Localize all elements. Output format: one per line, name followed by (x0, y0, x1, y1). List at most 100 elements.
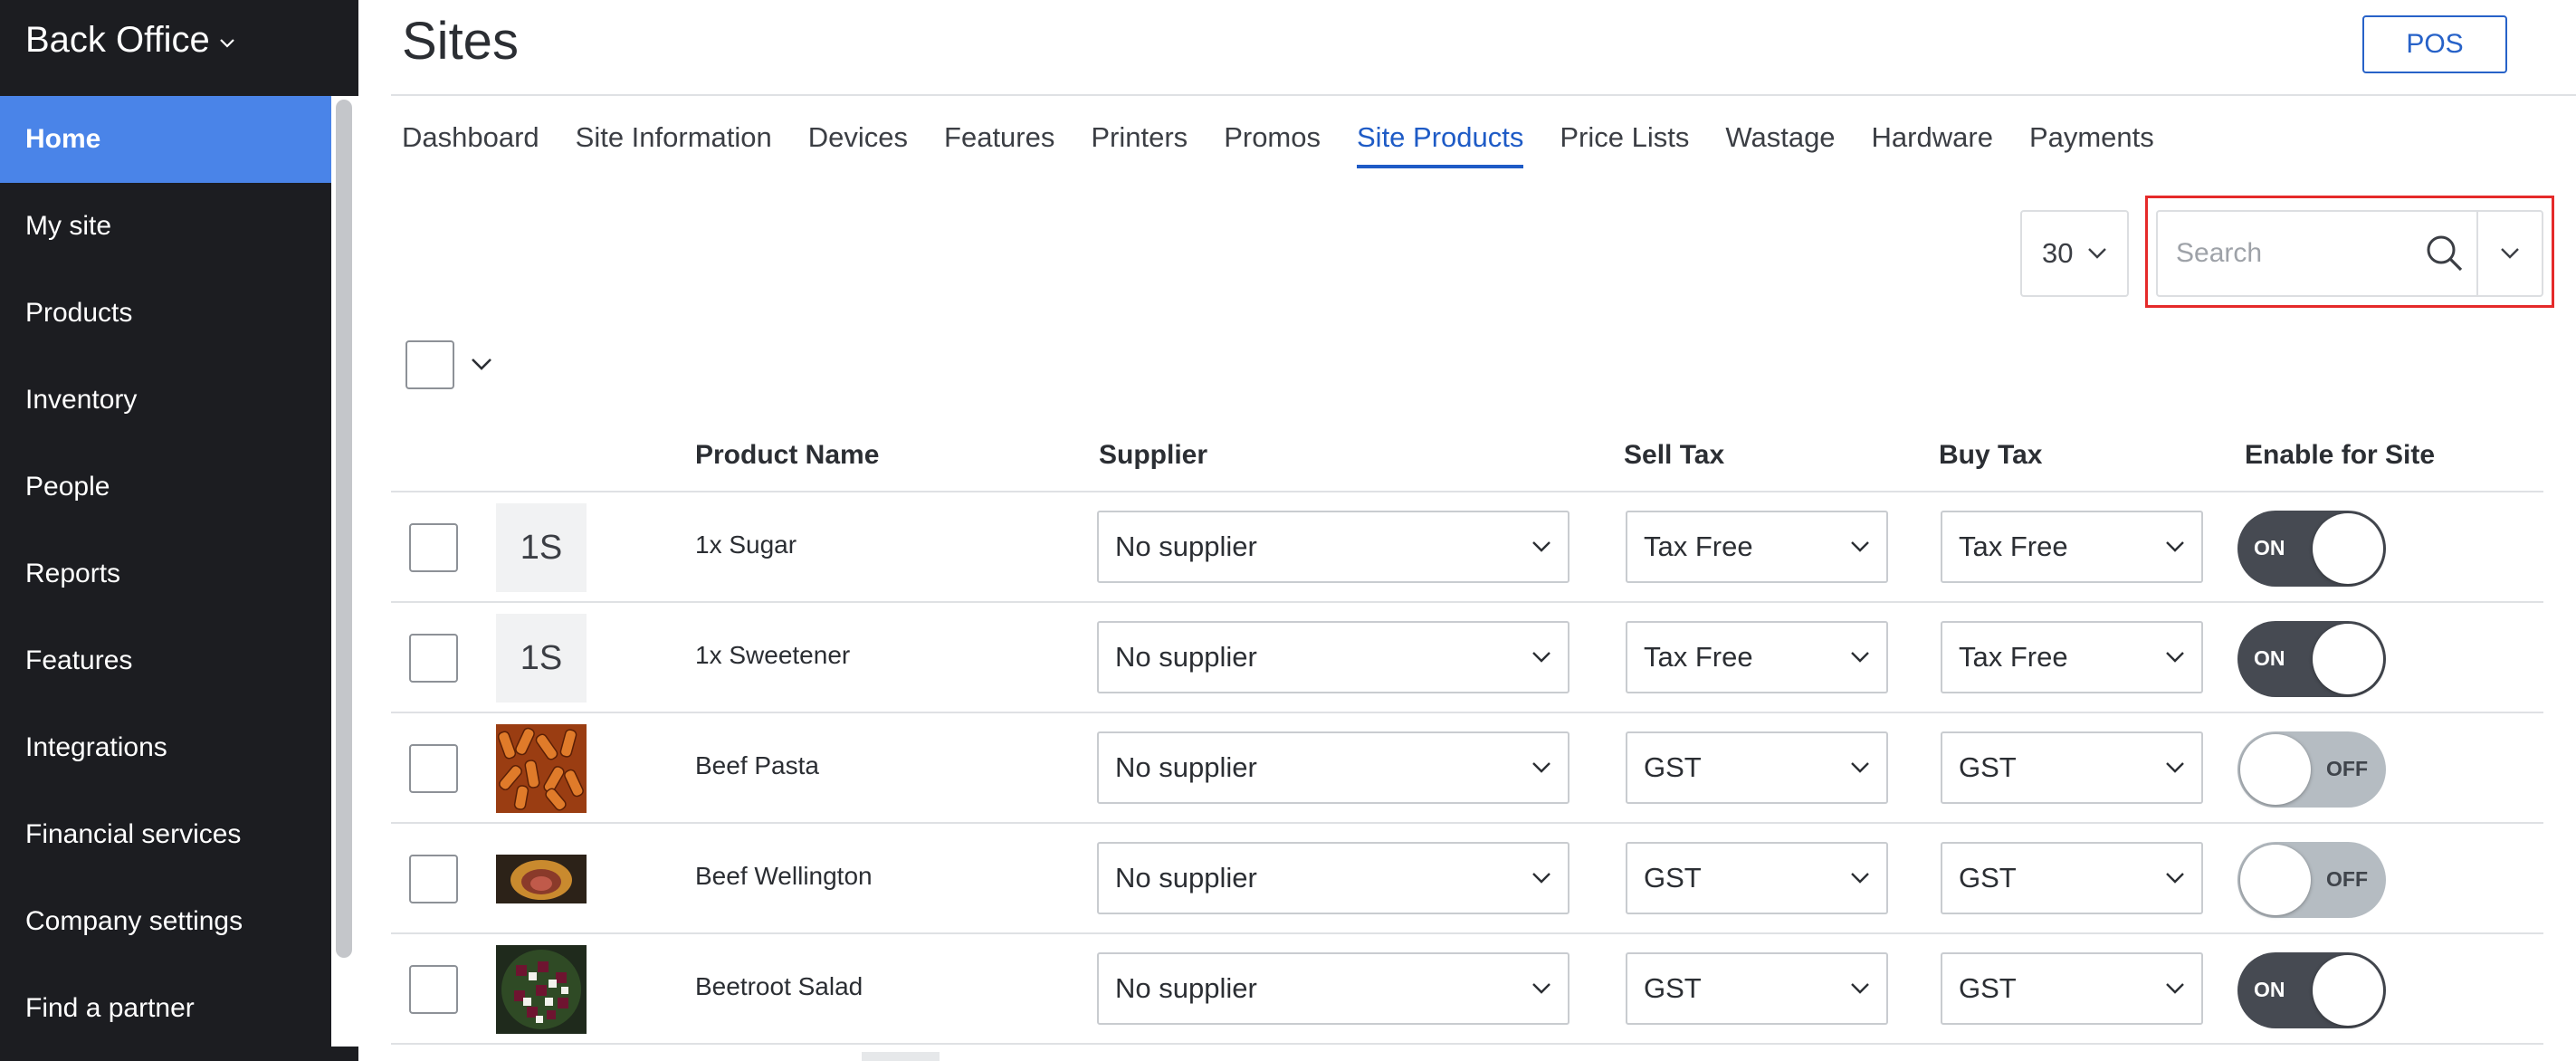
row-checkbox[interactable] (409, 855, 458, 903)
chevron-down-icon[interactable] (471, 358, 492, 372)
buy-tax-select[interactable]: GST (1941, 842, 2203, 914)
sidebar-scroll-thumb[interactable] (336, 100, 352, 958)
sidebar-item-home[interactable]: Home (0, 96, 331, 183)
tab-hardware[interactable]: Hardware (1872, 121, 1993, 168)
chevron-down-icon (1851, 983, 1869, 994)
toggle-state-label: OFF (2326, 757, 2368, 780)
buy-tax-select[interactable]: Tax Free (1941, 621, 2203, 693)
supplier-select[interactable]: No supplier (1097, 952, 1569, 1025)
product-thumbnail (862, 1052, 940, 1061)
enable-toggle[interactable]: ON (2237, 621, 2386, 697)
tab-site-products[interactable]: Site Products (1357, 121, 1524, 168)
supplier-select[interactable]: No supplier (1097, 731, 1569, 804)
search-options-dropdown[interactable] (2476, 212, 2542, 295)
tab-dashboard[interactable]: Dashboard (402, 121, 539, 168)
chevron-down-icon (1851, 873, 1869, 884)
toggle-state-label: ON (2254, 536, 2285, 559)
product-image (496, 724, 587, 813)
row-checkbox[interactable] (409, 744, 458, 793)
sell-tax-select[interactable]: GST (1626, 842, 1888, 914)
column-header-buy-tax[interactable]: Buy Tax (1939, 440, 2042, 471)
sidebar-nav: Home My site Products Inventory People R… (0, 96, 331, 1052)
tab-site-information[interactable]: Site Information (576, 121, 772, 168)
search-icon[interactable] (2413, 212, 2476, 295)
product-name: 1x Sweetener (695, 641, 851, 669)
sidebar-item-reports[interactable]: Reports (0, 530, 331, 617)
enable-toggle[interactable]: OFF (2237, 842, 2386, 918)
tab-promos[interactable]: Promos (1224, 121, 1321, 168)
chevron-down-icon (2166, 541, 2184, 552)
row-checkbox[interactable] (409, 523, 458, 572)
sell-tax-select[interactable]: GST (1626, 952, 1888, 1025)
sidebar-scrollbar[interactable] (331, 96, 358, 1047)
toggle-state-label: ON (2254, 646, 2285, 670)
column-header-supplier[interactable]: Supplier (1099, 440, 1207, 471)
toggle-state-label: OFF (2326, 867, 2368, 891)
chevron-down-icon (1851, 652, 1869, 663)
header-divider (391, 94, 2576, 96)
sidebar-item-people[interactable]: People (0, 444, 331, 530)
chevron-down-icon (2088, 248, 2107, 259)
column-header-product-name[interactable]: Product Name (695, 440, 879, 471)
buy-tax-select[interactable]: GST (1941, 952, 2203, 1025)
tab-features[interactable]: Features (944, 121, 1054, 168)
sidebar-item-inventory[interactable]: Inventory (0, 357, 331, 444)
buy-tax-select[interactable]: GST (1941, 731, 2203, 804)
sidebar-item-label: Inventory (25, 385, 138, 415)
product-thumbnail: 1S (496, 614, 587, 703)
row-checkbox[interactable] (409, 634, 458, 683)
tab-payments[interactable]: Payments (2029, 121, 2154, 168)
buy-tax-select[interactable]: Tax Free (1941, 511, 2203, 583)
buy-tax-value: Tax Free (1959, 641, 2068, 673)
sidebar-item-company-settings[interactable]: Company settings (0, 878, 331, 965)
app-switcher[interactable]: Back Office (25, 20, 235, 61)
buy-tax-value: GST (1959, 862, 2017, 894)
enable-toggle[interactable]: ON (2237, 511, 2386, 587)
sidebar-item-my-site[interactable]: My site (0, 183, 331, 270)
row-checkbox[interactable] (409, 965, 458, 1014)
enable-toggle[interactable]: ON (2237, 952, 2386, 1028)
column-header-sell-tax[interactable]: Sell Tax (1624, 440, 1724, 471)
sidebar-item-features[interactable]: Features (0, 617, 331, 704)
toggle-knob (2313, 513, 2383, 584)
table-row: Beef Wellington No supplier GST GST OFF (391, 824, 2543, 934)
tab-wastage[interactable]: Wastage (1725, 121, 1835, 168)
column-header-enable-for-site[interactable]: Enable for Site (2245, 440, 2435, 471)
product-name: Beef Pasta (695, 751, 819, 779)
search-input[interactable] (2158, 212, 2413, 295)
bulk-select (405, 340, 492, 389)
sidebar-item-label: My site (25, 211, 112, 241)
toggle-knob (2313, 624, 2383, 694)
product-name: Beetroot Salad (695, 972, 863, 1000)
supplier-select[interactable]: No supplier (1097, 842, 1569, 914)
main-content: Sites POS Dashboard Site Information Dev… (358, 0, 2576, 1061)
chevron-down-icon (1532, 762, 1550, 773)
tab-price-lists[interactable]: Price Lists (1560, 121, 1689, 168)
enable-toggle[interactable]: OFF (2237, 731, 2386, 808)
chevron-down-icon (2166, 762, 2184, 773)
sell-tax-select[interactable]: Tax Free (1626, 621, 1888, 693)
per-page-select[interactable]: 30 (2020, 210, 2129, 297)
sidebar-item-products[interactable]: Products (0, 270, 331, 357)
sell-tax-select[interactable]: Tax Free (1626, 511, 1888, 583)
supplier-value: No supplier (1115, 972, 1257, 1004)
tab-printers[interactable]: Printers (1091, 121, 1188, 168)
sidebar-item-label: Financial services (25, 819, 242, 849)
select-all-checkbox[interactable] (405, 340, 454, 389)
tab-devices[interactable]: Devices (808, 121, 908, 168)
product-image (496, 835, 587, 923)
sell-tax-value: Tax Free (1644, 530, 1753, 562)
sidebar-item-integrations[interactable]: Integrations (0, 704, 331, 791)
supplier-select[interactable]: No supplier (1097, 621, 1569, 693)
sidebar-item-label: People (25, 472, 110, 502)
search-box (2156, 210, 2543, 297)
sidebar-item-find-a-partner[interactable]: Find a partner (0, 965, 331, 1052)
sidebar-item-financial-services[interactable]: Financial services (0, 791, 331, 878)
chevron-down-icon (1851, 541, 1869, 552)
toggle-knob (2240, 734, 2311, 805)
pos-button[interactable]: POS (2362, 15, 2507, 73)
app-title: Back Office (25, 20, 210, 60)
sell-tax-select[interactable]: GST (1626, 731, 1888, 804)
supplier-select[interactable]: No supplier (1097, 511, 1569, 583)
chevron-down-icon (1532, 873, 1550, 884)
